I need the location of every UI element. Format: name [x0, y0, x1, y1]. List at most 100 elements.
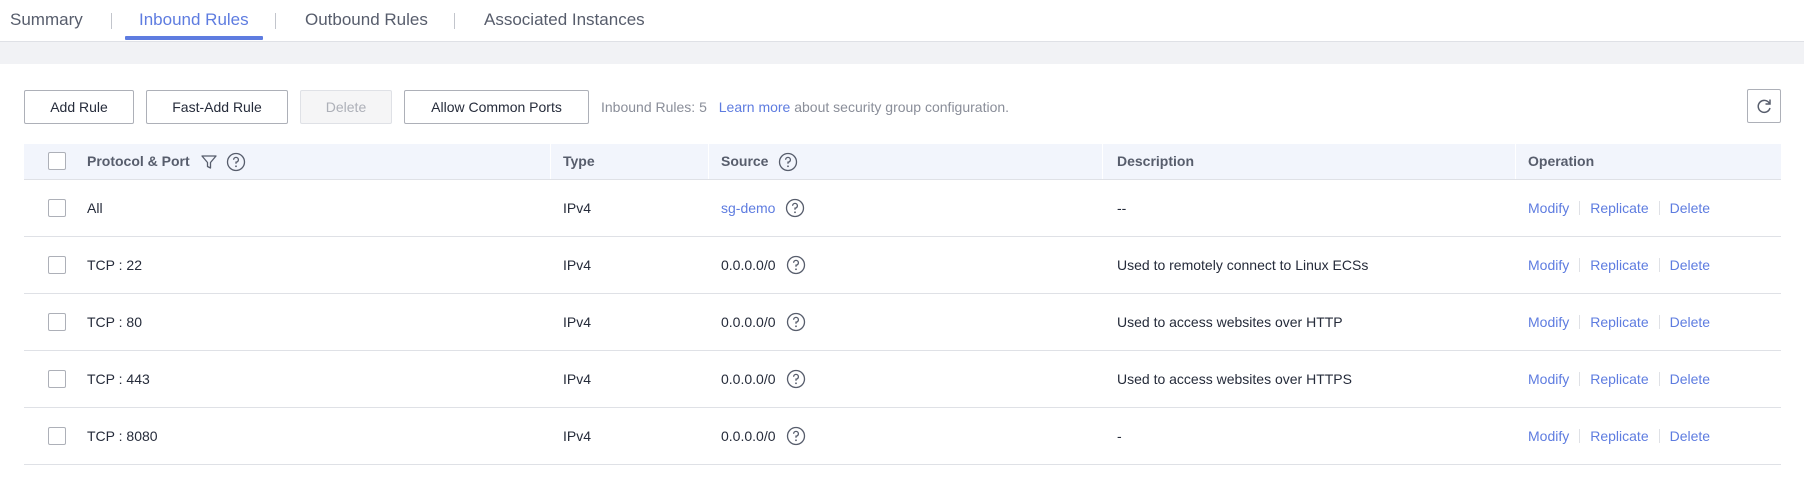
help-icon[interactable] — [786, 369, 806, 389]
source-cell: 0.0.0.0/0 — [721, 408, 806, 464]
type-cell: IPv4 — [563, 371, 592, 387]
source-cell: 0.0.0.0/0 — [721, 294, 806, 350]
description-cell: -- — [1117, 200, 1127, 216]
tab-summary[interactable]: Summary — [10, 0, 83, 40]
source-cell: sg-demo — [721, 180, 805, 236]
header-protocol-port-label: Protocol & Port — [87, 153, 190, 169]
column-separator — [708, 144, 709, 179]
tab-separator — [111, 13, 112, 29]
help-icon[interactable] — [785, 198, 805, 218]
tab-bar: Summary Inbound Rules Outbound Rules Ass… — [0, 0, 1804, 42]
delete-link[interactable]: Delete — [1670, 257, 1710, 273]
add-rule-button[interactable]: Add Rule — [24, 90, 134, 124]
inbound-rules-table: Protocol & Port Type Source Description … — [24, 144, 1781, 465]
operation-cell: Modify Replicate Delete — [1528, 180, 1710, 236]
protocol-port-cell: TCP : 22 — [87, 257, 142, 273]
table-row: All IPv4 sg-demo -- Modify Replicate Del… — [24, 180, 1781, 237]
delete-link[interactable]: Delete — [1670, 428, 1710, 444]
help-icon[interactable] — [778, 152, 798, 172]
section-divider-band — [0, 42, 1804, 64]
source-cell: 0.0.0.0/0 — [721, 237, 806, 293]
fast-add-rule-button[interactable]: Fast-Add Rule — [146, 90, 288, 124]
description-cell: - — [1117, 428, 1122, 444]
learn-more-link[interactable]: Learn more — [719, 99, 791, 115]
replicate-link[interactable]: Replicate — [1590, 314, 1648, 330]
operation-cell: Modify Replicate Delete — [1528, 408, 1710, 464]
table-row: TCP : 8080 IPv4 0.0.0.0/0 - Modify Repli… — [24, 408, 1781, 465]
help-icon[interactable] — [786, 426, 806, 446]
rule-count: Inbound Rules: 5 — [601, 99, 707, 115]
source-value: 0.0.0.0/0 — [721, 428, 776, 444]
help-icon[interactable] — [226, 152, 246, 172]
info-suffix: about security group configuration. — [794, 99, 1010, 115]
help-icon[interactable] — [786, 312, 806, 332]
row-checkbox[interactable] — [48, 313, 66, 331]
table-row: TCP : 22 IPv4 0.0.0.0/0 Used to remotely… — [24, 237, 1781, 294]
filter-icon[interactable] — [200, 153, 218, 171]
op-separator — [1658, 429, 1660, 443]
column-separator — [1102, 144, 1103, 179]
replicate-link[interactable]: Replicate — [1590, 200, 1648, 216]
modify-link[interactable]: Modify — [1528, 314, 1569, 330]
protocol-port-cell: TCP : 443 — [87, 371, 150, 387]
refresh-button[interactable] — [1747, 89, 1781, 123]
protocol-port-cell: TCP : 80 — [87, 314, 142, 330]
delete-link[interactable]: Delete — [1670, 200, 1710, 216]
type-cell: IPv4 — [563, 200, 592, 216]
tab-inbound-rules-label: Inbound Rules — [139, 10, 249, 29]
op-separator — [1579, 429, 1581, 443]
header-protocol-port: Protocol & Port — [87, 144, 246, 179]
modify-link[interactable]: Modify — [1528, 428, 1569, 444]
tab-outbound-rules[interactable]: Outbound Rules — [305, 0, 428, 40]
description-cell: Used to access websites over HTTPS — [1117, 371, 1352, 387]
column-separator — [1515, 144, 1516, 179]
modify-link[interactable]: Modify — [1528, 200, 1569, 216]
header-type: Type — [563, 153, 595, 169]
table-row: TCP : 80 IPv4 0.0.0.0/0 Used to access w… — [24, 294, 1781, 351]
tab-associated-instances[interactable]: Associated Instances — [484, 0, 645, 40]
tab-inbound-rules[interactable]: Inbound Rules — [125, 0, 263, 40]
source-link[interactable]: sg-demo — [721, 200, 775, 216]
op-separator — [1658, 258, 1660, 272]
replicate-link[interactable]: Replicate — [1590, 257, 1648, 273]
operation-cell: Modify Replicate Delete — [1528, 237, 1710, 293]
toolbar: Add Rule Fast-Add Rule Delete Allow Comm… — [0, 64, 1804, 144]
description-cell: Used to access websites over HTTP — [1117, 314, 1343, 330]
source-value: 0.0.0.0/0 — [721, 314, 776, 330]
source-value: 0.0.0.0/0 — [721, 257, 776, 273]
type-cell: IPv4 — [563, 314, 592, 330]
protocol-port-cell: TCP : 8080 — [87, 428, 158, 444]
header-source-label: Source — [721, 153, 769, 169]
rules-info: Inbound Rules: 5 Learn more about securi… — [601, 99, 1009, 115]
protocol-port-cell: All — [87, 200, 103, 216]
delete-link[interactable]: Delete — [1670, 371, 1710, 387]
select-all-checkbox[interactable] — [48, 152, 66, 170]
tab-separator — [275, 13, 276, 29]
op-separator — [1579, 201, 1581, 215]
delete-link[interactable]: Delete — [1670, 314, 1710, 330]
op-separator — [1658, 372, 1660, 386]
op-separator — [1579, 372, 1581, 386]
delete-button[interactable]: Delete — [300, 90, 392, 124]
modify-link[interactable]: Modify — [1528, 371, 1569, 387]
modify-link[interactable]: Modify — [1528, 257, 1569, 273]
table-row: TCP : 443 IPv4 0.0.0.0/0 Used to access … — [24, 351, 1781, 408]
active-tab-indicator — [125, 36, 263, 40]
type-cell: IPv4 — [563, 428, 592, 444]
refresh-icon — [1757, 99, 1771, 114]
header-source: Source — [721, 144, 798, 179]
row-checkbox[interactable] — [48, 256, 66, 274]
type-cell: IPv4 — [563, 257, 592, 273]
op-separator — [1658, 315, 1660, 329]
row-checkbox[interactable] — [48, 427, 66, 445]
row-checkbox[interactable] — [48, 370, 66, 388]
replicate-link[interactable]: Replicate — [1590, 371, 1648, 387]
table-header: Protocol & Port Type Source Description … — [24, 144, 1781, 180]
help-icon[interactable] — [786, 255, 806, 275]
row-checkbox[interactable] — [48, 199, 66, 217]
allow-common-ports-button[interactable]: Allow Common Ports — [404, 90, 589, 124]
header-operation: Operation — [1528, 153, 1595, 169]
tab-separator — [454, 13, 455, 29]
column-separator — [550, 144, 551, 179]
replicate-link[interactable]: Replicate — [1590, 428, 1648, 444]
